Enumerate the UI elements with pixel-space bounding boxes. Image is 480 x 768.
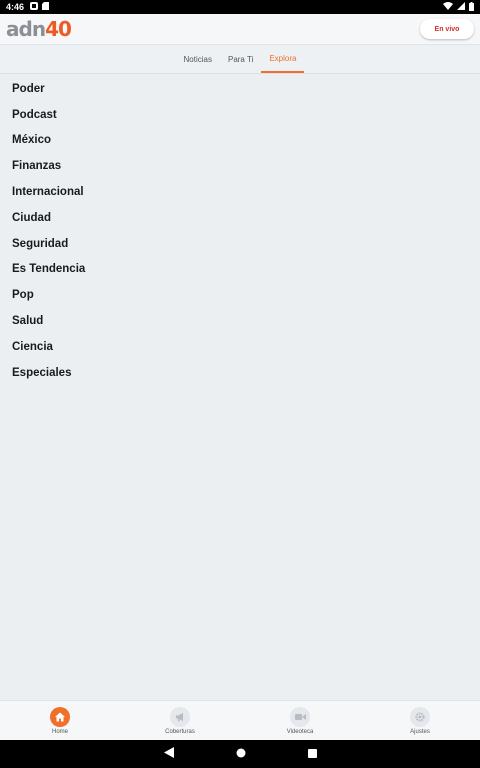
bottom-navigation: Home Coberturas Videoteca Ajustes (0, 700, 480, 740)
adn40-logo[interactable]: adn 40 (6, 17, 72, 41)
recents-icon[interactable] (307, 745, 317, 763)
tab-noticias[interactable]: Noticias (176, 46, 220, 73)
video-camera-icon (290, 706, 310, 727)
explore-section-list: Poder Podcast México Finanzas Internacio… (0, 76, 480, 386)
gear-icon (410, 706, 430, 727)
nav-videoteca[interactable]: Videoteca (240, 701, 360, 740)
signal-icon (457, 2, 465, 12)
top-tabs: Noticias Para Ti Explora (0, 46, 480, 74)
battery-icon (469, 1, 474, 13)
tab-explora[interactable]: Explora (261, 46, 305, 73)
nav-ajustes-label: Ajustes (410, 728, 430, 735)
status-time: 4:46 (6, 2, 25, 12)
home-icon (50, 706, 70, 727)
nav-home-label: Home (51, 728, 68, 735)
wifi-icon (443, 2, 453, 12)
section-item-ciudad[interactable]: Ciudad (0, 205, 480, 231)
section-item-es-tendencia[interactable]: Es Tendencia (0, 257, 480, 283)
logo-number: 40 (45, 17, 72, 41)
section-item-salud[interactable]: Salud (0, 308, 480, 334)
tab-para-ti[interactable]: Para Ti (220, 46, 261, 73)
nav-ajustes[interactable]: Ajustes (360, 701, 480, 740)
section-item-ciencia[interactable]: Ciencia (0, 334, 480, 360)
live-button[interactable]: En vivo (420, 19, 474, 39)
app-header: adn 40 En vivo (0, 14, 480, 45)
nav-home[interactable]: Home (0, 701, 120, 740)
section-item-poder[interactable]: Poder (0, 76, 480, 102)
section-item-especiales[interactable]: Especiales (0, 360, 480, 386)
section-item-finanzas[interactable]: Finanzas (0, 153, 480, 179)
system-navigation-bar (0, 740, 480, 768)
sd-card-icon (42, 2, 50, 12)
section-item-podcast[interactable]: Podcast (0, 102, 480, 128)
megaphone-icon (170, 706, 190, 727)
section-item-internacional[interactable]: Internacional (0, 179, 480, 205)
nav-coberturas-label: Coberturas (165, 728, 195, 735)
section-item-mexico[interactable]: México (0, 128, 480, 154)
logo-text: adn (6, 17, 46, 41)
section-item-seguridad[interactable]: Seguridad (0, 231, 480, 257)
app-notification-icon (30, 2, 39, 12)
section-item-pop[interactable]: Pop (0, 282, 480, 308)
back-icon[interactable] (163, 745, 174, 763)
nav-videoteca-label: Videoteca (286, 728, 314, 735)
home-circle-icon[interactable] (236, 745, 246, 763)
status-bar: 4:46 (0, 0, 480, 14)
nav-coberturas[interactable]: Coberturas (120, 701, 240, 740)
